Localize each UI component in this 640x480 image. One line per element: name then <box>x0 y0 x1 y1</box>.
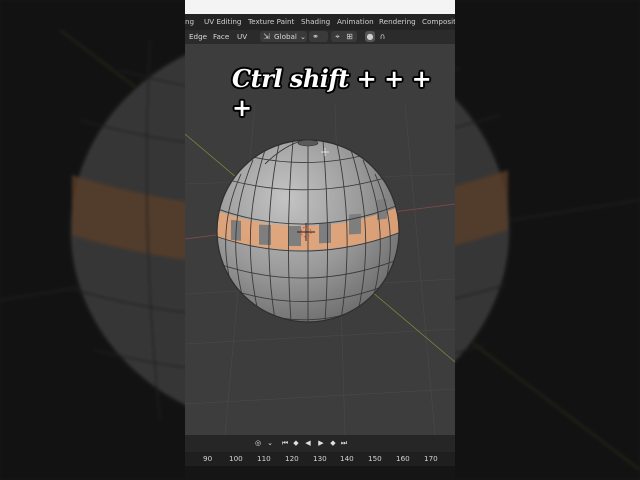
tab-modeling[interactable]: ng <box>185 17 194 26</box>
chevron-down-icon[interactable]: ⌄ <box>265 438 275 448</box>
frame-tick: 150 <box>368 454 382 463</box>
timeline-playback-controls: ◎ ⌄ ⏮ ◆ ◀ ▶ ◆ ⏭ <box>185 435 455 452</box>
pivot-point-icon: ⚭ <box>312 32 319 41</box>
top-strip <box>185 0 455 14</box>
pivot-point-dropdown[interactable]: ⚭ <box>309 31 328 42</box>
frame-tick: 140 <box>340 454 354 463</box>
jump-end-icon[interactable]: ⏭ <box>339 438 349 448</box>
next-keyframe-icon[interactable]: ◆ <box>328 438 338 448</box>
transform-orientation-value: Global <box>274 32 297 41</box>
menu-uv[interactable]: UV <box>237 32 247 41</box>
proportional-editing-icon: ● <box>366 32 374 41</box>
frame-tick: 120 <box>285 454 299 463</box>
transform-orientation-dropdown[interactable]: ⇲ Global ⌄ <box>260 31 307 42</box>
screen: ng UV Editing Texture Paint Shading Anim… <box>0 0 640 480</box>
frame-tick: 90 <box>203 454 213 463</box>
tab-uv-editing[interactable]: UV Editing <box>204 17 242 26</box>
frame-tick: 100 <box>229 454 243 463</box>
video-caption-overlay: Ctrl shift + + + + <box>232 64 432 122</box>
jump-start-icon[interactable]: ⏮ <box>280 438 290 448</box>
frame-tick: 110 <box>257 454 271 463</box>
tab-compositing[interactable]: Compositing <box>422 17 455 26</box>
frame-tick: 170 <box>424 454 438 463</box>
menu-face[interactable]: Face <box>213 32 229 41</box>
viewport-header: Edge Face UV ⇲ Global ⌄ ⚭ ⌖ ⊞ ● ∩ <box>185 30 455 44</box>
frame-tick: 130 <box>313 454 327 463</box>
snapping-icon: ⌖ <box>335 32 340 41</box>
snapping-group[interactable]: ⌖ ⊞ <box>331 31 357 42</box>
blender-window: ng UV Editing Texture Paint Shading Anim… <box>185 0 455 480</box>
tab-rendering[interactable]: Rendering <box>379 17 416 26</box>
letterbox-right <box>455 0 640 480</box>
tab-texture-paint[interactable]: Texture Paint <box>248 17 294 26</box>
letterbox-left <box>0 0 185 480</box>
timeline-frame-ruler[interactable]: 90 100 110 120 130 140 150 160 170 <box>185 452 455 466</box>
menu-edge[interactable]: Edge <box>189 32 207 41</box>
prev-keyframe-icon[interactable]: ◆ <box>291 438 301 448</box>
falloff-icon[interactable]: ∩ <box>377 31 388 42</box>
transform-orientation-icon: ⇲ <box>263 32 270 41</box>
play-reverse-icon[interactable]: ◀ <box>303 438 313 448</box>
timeline-track-area <box>185 466 455 480</box>
chevron-down-icon: ⌄ <box>300 32 307 41</box>
snap-target-icon: ⊞ <box>346 32 353 41</box>
tab-shading[interactable]: Shading <box>301 17 330 26</box>
3d-viewport[interactable]: Ctrl shift + + + + <box>185 44 455 435</box>
frame-tick: 160 <box>396 454 410 463</box>
proportional-editing-toggle[interactable]: ● <box>365 31 375 42</box>
keying-icon[interactable]: ◎ <box>253 438 263 448</box>
workspace-tabs-bar: ng UV Editing Texture Paint Shading Anim… <box>185 14 455 30</box>
play-icon[interactable]: ▶ <box>316 438 326 448</box>
tab-animation[interactable]: Animation <box>337 17 374 26</box>
